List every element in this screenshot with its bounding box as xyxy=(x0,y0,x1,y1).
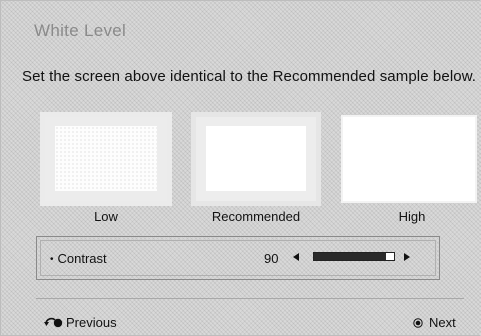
next-label: Next xyxy=(429,315,456,330)
sample-low xyxy=(40,112,172,206)
footer-divider xyxy=(36,298,464,299)
sample-recommended-label: Recommended xyxy=(211,209,301,224)
dialog-title: White Level xyxy=(34,21,127,40)
sample-recommended-screen xyxy=(206,126,306,191)
instruction-text: Set the screen above identical to the Re… xyxy=(22,68,477,85)
sample-low-screen xyxy=(55,126,157,191)
contrast-slider[interactable] xyxy=(313,252,395,261)
contrast-label: • Contrast xyxy=(50,251,107,266)
previous-button[interactable]: Previous xyxy=(43,315,117,330)
previous-label: Previous xyxy=(66,315,117,330)
sample-recommended xyxy=(191,112,321,206)
sample-high-label: High xyxy=(398,209,426,224)
sample-high xyxy=(341,115,477,203)
triangle-left-icon[interactable] xyxy=(293,253,299,261)
contrast-value: 90 xyxy=(264,251,279,266)
next-button[interactable]: Next xyxy=(413,315,456,330)
contrast-slider-fill xyxy=(314,253,386,260)
bullet-icon: • xyxy=(50,254,54,265)
return-icon xyxy=(44,317,63,328)
sample-low-label: Low xyxy=(94,209,118,224)
ok-button-icon xyxy=(413,318,423,328)
contrast-label-text: Contrast xyxy=(57,251,107,266)
triangle-right-icon[interactable] xyxy=(404,253,410,261)
sample-high-screen xyxy=(343,117,475,201)
